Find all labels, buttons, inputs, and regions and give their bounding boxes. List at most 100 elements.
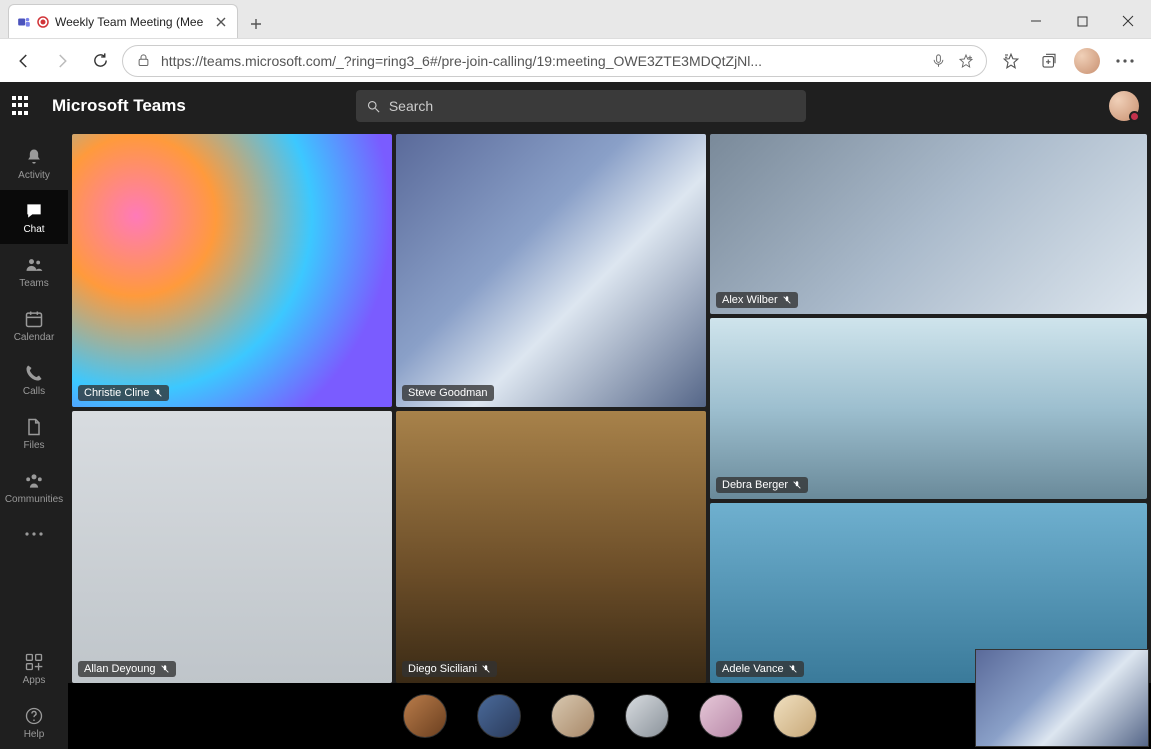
app-title: Microsoft Teams — [52, 96, 186, 116]
participant-name: Adele Vance — [722, 663, 784, 675]
right-column: Alex Wilber Debra Berger — [710, 134, 1147, 683]
close-window-button[interactable] — [1105, 4, 1151, 38]
address-bar-row: https://teams.microsoft.com/_?ring=ring3… — [0, 38, 1151, 82]
mic-muted-icon — [153, 388, 163, 398]
rail-chat[interactable]: Chat — [0, 190, 68, 244]
url-text: https://teams.microsoft.com/_?ring=ring3… — [161, 53, 920, 69]
site-info-icon[interactable] — [133, 51, 153, 71]
rail-more-button[interactable] — [0, 514, 68, 554]
recording-icon — [37, 16, 49, 28]
search-icon — [366, 99, 381, 114]
calendar-icon — [23, 308, 45, 330]
video-tile[interactable]: Diego Siciliani — [396, 411, 706, 684]
rail-label: Calls — [23, 386, 45, 397]
participant-name: Debra Berger — [722, 479, 788, 491]
participant-video — [710, 134, 1147, 314]
tab-close-button[interactable] — [213, 14, 229, 30]
rail-files[interactable]: Files — [0, 406, 68, 460]
people-icon — [23, 254, 45, 276]
browser-tab[interactable]: Weekly Team Meeting (Mee — [8, 4, 238, 38]
rail-teams[interactable]: Teams — [0, 244, 68, 298]
tab-title: Weekly Team Meeting (Mee — [55, 15, 207, 29]
participant-name-tag: Alex Wilber — [716, 292, 798, 308]
participant-name-tag: Adele Vance — [716, 661, 804, 677]
user-avatar[interactable] — [1109, 91, 1139, 121]
video-tile[interactable]: Christie Cline — [72, 134, 392, 407]
participant-name: Christie Cline — [84, 387, 149, 399]
self-view[interactable] — [975, 649, 1149, 747]
overflow-avatar[interactable] — [699, 694, 743, 738]
teams-body: Activity Chat Teams Calendar Calls Files — [0, 130, 1151, 749]
participant-name-tag: Christie Cline — [78, 385, 169, 401]
video-tile[interactable]: Allan Deyoung — [72, 411, 392, 684]
teams-favicon — [17, 15, 31, 29]
participant-video — [396, 134, 706, 407]
rail-activity[interactable]: Activity — [0, 136, 68, 190]
rail-label: Files — [23, 440, 44, 451]
rail-label: Help — [24, 729, 45, 740]
mic-muted-icon — [788, 664, 798, 674]
help-icon — [23, 705, 45, 727]
participant-name-tag: Allan Deyoung — [78, 661, 176, 677]
forward-button[interactable] — [46, 45, 78, 77]
search-input[interactable]: Search — [356, 90, 806, 122]
new-tab-button[interactable] — [242, 10, 270, 38]
participant-video — [396, 411, 706, 684]
rail-apps[interactable]: Apps — [0, 641, 68, 695]
favorites-bar-icon[interactable] — [993, 45, 1029, 77]
overflow-avatar[interactable] — [625, 694, 669, 738]
apps-icon — [23, 651, 45, 673]
overflow-avatar[interactable] — [551, 694, 595, 738]
refresh-button[interactable] — [84, 45, 116, 77]
rail-help[interactable]: Help — [0, 695, 68, 749]
profile-avatar[interactable] — [1069, 45, 1105, 77]
rail-label: Communities — [5, 494, 63, 505]
participant-video — [72, 134, 392, 407]
rail-calls[interactable]: Calls — [0, 352, 68, 406]
collections-icon[interactable] — [1031, 45, 1067, 77]
tab-strip: Weekly Team Meeting (Mee — [0, 0, 1151, 38]
back-button[interactable] — [8, 45, 40, 77]
rail-label: Chat — [23, 224, 44, 235]
participant-video — [710, 318, 1147, 498]
participant-name-tag: Diego Siciliani — [402, 661, 497, 677]
video-tile[interactable]: Debra Berger — [710, 318, 1147, 498]
overflow-avatar[interactable] — [477, 694, 521, 738]
participant-name: Steve Goodman — [408, 387, 488, 399]
video-tile[interactable]: Alex Wilber — [710, 134, 1147, 314]
teams-header: Microsoft Teams Search — [0, 82, 1151, 130]
meeting-stage: Christie Cline Steve Goodman Allan Deyou… — [68, 130, 1151, 749]
chat-icon — [23, 200, 45, 222]
address-bar[interactable]: https://teams.microsoft.com/_?ring=ring3… — [122, 45, 987, 77]
browser-menu-button[interactable] — [1107, 45, 1143, 77]
app-rail: Activity Chat Teams Calendar Calls Files — [0, 130, 68, 749]
communities-icon — [23, 470, 45, 492]
participant-video — [72, 411, 392, 684]
video-grid: Christie Cline Steve Goodman Allan Deyou… — [68, 130, 1151, 683]
rail-calendar[interactable]: Calendar — [0, 298, 68, 352]
overflow-avatar[interactable] — [773, 694, 817, 738]
rail-communities[interactable]: Communities — [0, 460, 68, 514]
presence-indicator — [1129, 111, 1140, 122]
voice-search-icon[interactable] — [928, 51, 948, 71]
mic-muted-icon — [782, 295, 792, 305]
rail-label: Calendar — [14, 332, 55, 343]
participant-name-tag: Debra Berger — [716, 477, 808, 493]
maximize-button[interactable] — [1059, 4, 1105, 38]
file-icon — [23, 416, 45, 438]
minimize-button[interactable] — [1013, 4, 1059, 38]
mic-muted-icon — [481, 664, 491, 674]
app-launcher-icon[interactable] — [12, 96, 32, 116]
browser-toolbar-right — [993, 45, 1143, 77]
overflow-avatar[interactable] — [403, 694, 447, 738]
phone-icon — [23, 362, 45, 384]
teams-app: Microsoft Teams Search Activity Chat Tea… — [0, 82, 1151, 749]
mic-muted-icon — [160, 664, 170, 674]
window-controls — [1013, 4, 1151, 38]
bell-icon — [23, 146, 45, 168]
rail-label: Activity — [18, 170, 50, 181]
participant-name: Diego Siciliani — [408, 663, 477, 675]
video-tile[interactable]: Steve Goodman — [396, 134, 706, 407]
participant-name: Allan Deyoung — [84, 663, 156, 675]
favorite-icon[interactable] — [956, 51, 976, 71]
